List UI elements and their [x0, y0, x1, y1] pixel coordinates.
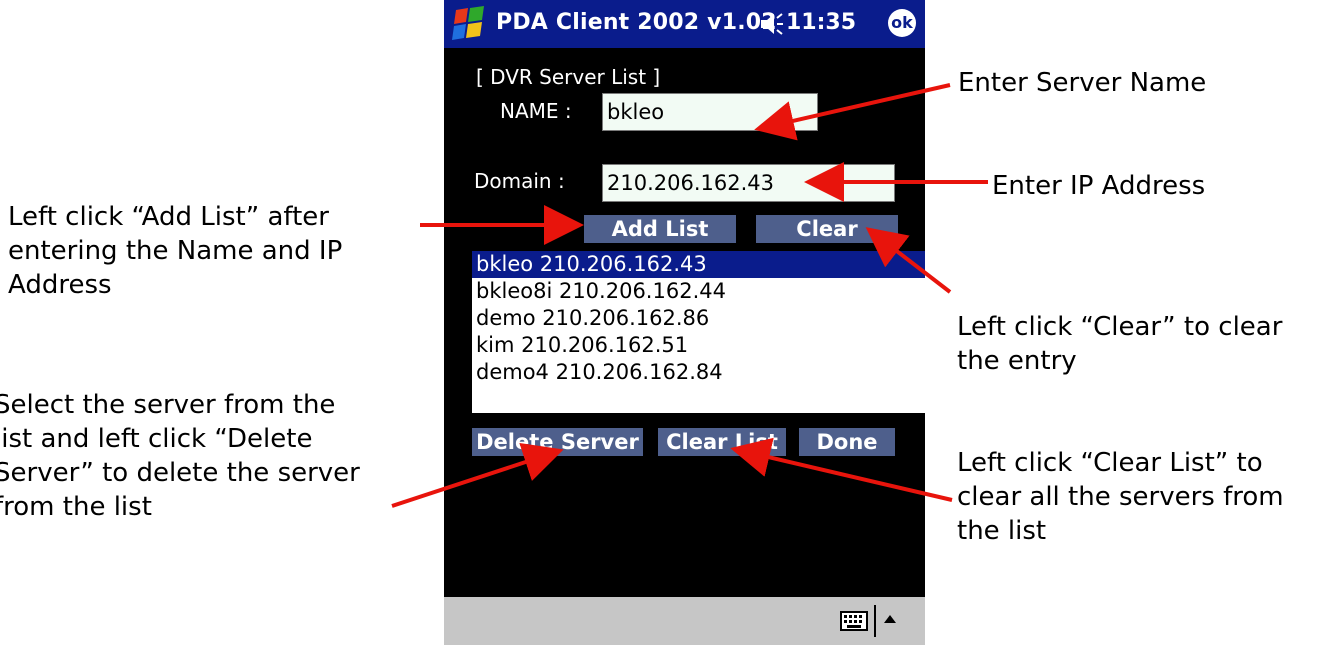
done-button[interactable]: Done	[799, 428, 895, 456]
clear-list-button[interactable]: Clear List	[658, 428, 786, 456]
title-bar: PDA Client 2002 v1.02 11:35 ok	[444, 0, 925, 48]
ok-button[interactable]: ok	[888, 9, 916, 37]
speaker-icon[interactable]	[759, 12, 785, 36]
list-item[interactable]: demo4 210.206.162.84	[472, 359, 925, 386]
window-title: PDA Client 2002 v1.02	[496, 10, 777, 35]
annotation-clear-list-help: Left click “Clear List” to clear all the…	[957, 448, 1284, 546]
section-label: [ DVR Server List ]	[476, 65, 661, 89]
windows-start-icon[interactable]	[450, 6, 490, 42]
list-item[interactable]: bkleo8i 210.206.162.44	[472, 278, 925, 305]
caret-up-icon[interactable]	[882, 611, 898, 627]
domain-label: Domain :	[474, 169, 565, 193]
clock: 11:35	[786, 10, 857, 35]
annotation-enter-ip-address: Enter IP Address	[992, 171, 1206, 201]
divider	[874, 605, 876, 637]
server-list[interactable]: bkleo 210.206.162.43 bkleo8i 210.206.162…	[472, 251, 925, 413]
pda-screen: PDA Client 2002 v1.02 11:35 ok [ DVR Ser…	[444, 0, 925, 645]
domain-field[interactable]: 210.206.162.43	[602, 164, 895, 202]
annotation-delete-help: Select the server from the list and left…	[0, 390, 360, 522]
annotation-enter-server-name: Enter Server Name	[958, 68, 1207, 98]
annotation-add-list-help: Left click “Add List” after entering the…	[8, 202, 343, 300]
list-item[interactable]: demo 210.206.162.86	[472, 305, 925, 332]
name-field[interactable]: bkleo	[602, 93, 818, 131]
annotation-clear-help: Left click “Clear” to clear the entry	[957, 312, 1283, 376]
name-label: NAME :	[500, 99, 572, 123]
clear-button[interactable]: Clear	[756, 215, 898, 243]
bottom-bar	[444, 597, 925, 645]
keyboard-icon[interactable]	[840, 611, 868, 631]
list-item[interactable]: kim 210.206.162.51	[472, 332, 925, 359]
delete-server-button[interactable]: Delete Server	[472, 428, 643, 456]
add-list-button[interactable]: Add List	[584, 215, 736, 243]
list-item[interactable]: bkleo 210.206.162.43	[472, 251, 925, 278]
